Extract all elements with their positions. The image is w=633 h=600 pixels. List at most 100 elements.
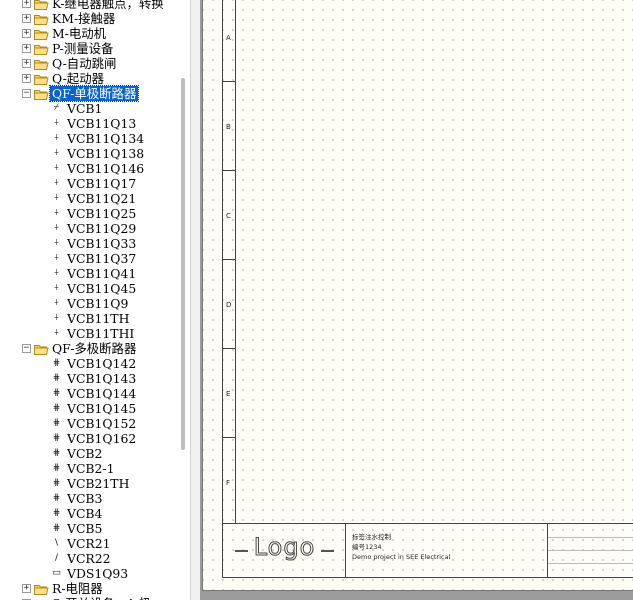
tree-symbol-item[interactable]: ⍭ VCB11Q45 [0,281,190,296]
expand-icon[interactable]: + [22,74,31,83]
tree-category[interactable]: + K-继电器触点，转换 [0,0,190,11]
tree-category-label[interactable]: M-电动机 [52,26,106,41]
tree-symbol-item[interactable]: ⍭ VCB11Q134 [0,131,190,146]
tree-symbol-item[interactable]: ⍭ VCB11Q13 [0,116,190,131]
tree-symbol-item[interactable]: ⌿ VCB1 [0,101,190,116]
tree-symbol-label[interactable]: VDS1Q93 [67,566,128,581]
tree-symbol-item[interactable]: ⋕ VCB2 [0,446,190,461]
tree-category-label-selected[interactable]: QF-单极断路器 [48,85,140,102]
drawing-canvas[interactable]: A B C D E F Logo 标签注水控制 编号1234 Demo project i… [200,0,633,600]
frame-border-bottom [222,577,633,578]
tree-symbol-item[interactable]: ⍭ VCB11Q21 [0,191,190,206]
tree-category[interactable]: − QF-多极断路器 [0,341,190,356]
tree-symbol-label[interactable]: VCB11Q41 [67,266,136,281]
tree-symbol-label[interactable]: VCB11THI [67,326,134,341]
tree-symbol-label[interactable]: VCB3 [67,491,102,506]
expand-icon[interactable]: + [22,44,31,53]
tree-symbol-label[interactable]: VCB11Q33 [67,236,136,251]
tree-symbol-label[interactable]: VCB1Q145 [67,401,136,416]
tree-symbol-item[interactable]: ⋕ VCB1Q143 [0,371,190,386]
drawing-sheet[interactable]: A B C D E F Logo 标签注水控制 编号1234 Demo project i… [202,0,633,591]
tree-symbol-label[interactable]: VCB1Q144 [67,386,136,401]
tree-symbol-label[interactable]: VCB21TH [67,476,129,491]
tree-symbol-label[interactable]: VCB2 [67,446,102,461]
collapse-icon[interactable]: − [22,344,31,353]
tree-symbol-label[interactable]: VCB1 [67,101,102,116]
tree-category[interactable]: + Q-自动跳闸 [0,56,190,71]
tree-scrollbar[interactable] [181,78,185,450]
tree-symbol-label[interactable]: VCB11Q21 [67,191,136,206]
tree-symbol-label[interactable]: VCB11Q37 [67,251,136,266]
expand-icon[interactable]: + [22,0,31,8]
tree-symbol-item[interactable]: ⋕ VCB5 [0,521,190,536]
tree-symbol-item[interactable]: ⍭ VCB11Q9 [0,296,190,311]
tree-symbol-item[interactable]: ⍭ VCB11TH [0,311,190,326]
tree-category-label[interactable]: S-开关设备，1 极 [52,596,151,600]
symbol-tree[interactable]: + K-继电器触点，转换 + KM-接触器 + M-电动机 + P-测量设备 + Q-自动跳闸 + Q… [0,0,190,600]
tree-category[interactable]: − QF-单极断路器 [0,85,190,102]
tree-symbol-item[interactable]: ⍭ VCB11Q25 [0,206,190,221]
tree-symbol-item[interactable]: ⋕ VCB1Q144 [0,386,190,401]
tree-category-label[interactable]: Q-起动器 [52,71,104,86]
tree-symbol-item[interactable]: ⋕ VCB2-1 [0,461,190,476]
panel-splitter[interactable] [190,0,200,600]
tree-symbol-item[interactable]: ⍭ VCB11Q17 [0,176,190,191]
tree-symbol-item[interactable]: ⍭ VCB11Q29 [0,221,190,236]
tree-symbol-label[interactable]: VCB1Q142 [67,356,136,371]
tree-symbol-label[interactable]: VCB11Q146 [67,161,144,176]
tree-category-label[interactable]: R-电阻器 [52,581,103,596]
tree-category[interactable]: + Q-起动器 [0,71,190,86]
tree-category[interactable]: +S-开关设备，1 极 [0,596,190,600]
tree-symbol-item[interactable]: ⍭ VCB11Q41 [0,266,190,281]
tree-symbol-label[interactable]: VCB4 [67,506,102,521]
tree-symbol-item[interactable]: ⋕ VCB1Q162 [0,431,190,446]
tree-symbol-item[interactable]: ▭ VDS1Q93 [0,566,190,581]
tree-symbol-label[interactable]: VCB11Q29 [67,221,136,236]
title-line-2: 编号1234 [352,543,382,551]
tree-symbol-item[interactable]: ⋕ VCB1Q142 [0,356,190,371]
tree-symbol-label[interactable]: VCB1Q162 [67,431,136,446]
expand-icon[interactable]: + [22,14,31,23]
breaker-symbol-icon: \ [54,538,59,548]
tree-category[interactable]: + KM-接触器 [0,11,190,26]
tree-symbol-item[interactable]: ⋕ VCB3 [0,491,190,506]
tree-symbol-label[interactable]: VCR22 [67,551,111,566]
tree-symbol-label[interactable]: VCB11TH [67,311,129,326]
tree-symbol-item[interactable]: ⋕ VCB1Q152 [0,416,190,431]
tree-symbol-label[interactable]: VCB1Q152 [67,416,136,431]
tree-symbol-item[interactable]: \ VCR21 [0,536,190,551]
tree-symbol-label[interactable]: VCB11Q45 [67,281,136,296]
tree-category-label[interactable]: KM-接触器 [52,11,115,26]
tree-symbol-label[interactable]: VCB11Q138 [67,146,144,161]
tree-symbol-item[interactable]: ⍭ VCB11Q37 [0,251,190,266]
tree-symbol-item[interactable]: / VCR22 [0,551,190,566]
tree-symbol-label[interactable]: VCB11Q9 [67,296,128,311]
breaker-symbol-icon: ⋕ [52,373,61,383]
tree-symbol-label[interactable]: VCB11Q17 [67,176,136,191]
expand-icon[interactable]: + [22,59,31,68]
tree-symbol-item[interactable]: ⋕ VCB4 [0,506,190,521]
tree-symbol-label[interactable]: VCB11Q13 [67,116,136,131]
collapse-icon[interactable]: − [22,89,31,98]
tree-category-label[interactable]: K-继电器触点，转换 [52,0,164,11]
expand-icon[interactable]: + [22,29,31,38]
expand-icon[interactable]: + [22,584,31,593]
tree-symbol-label[interactable]: VCB11Q134 [67,131,144,146]
tree-category-label[interactable]: Q-自动跳闸 [52,56,116,71]
tree-symbol-label[interactable]: VCB11Q25 [67,206,136,221]
tree-symbol-item[interactable]: ⋕ VCB1Q145 [0,401,190,416]
tree-symbol-label[interactable]: VCR21 [67,536,111,551]
tree-symbol-item[interactable]: ⍭ VCB11Q33 [0,236,190,251]
tree-symbol-item[interactable]: ⋕ VCB21TH [0,476,190,491]
tree-symbol-label[interactable]: VCB1Q143 [67,371,136,386]
tree-symbol-item[interactable]: ⍭ VCB11Q138 [0,146,190,161]
tree-category[interactable]: + P-测量设备 [0,41,190,56]
tree-category-label[interactable]: QF-多极断路器 [52,341,136,356]
tree-category[interactable]: + R-电阻器 [0,581,190,596]
tree-symbol-item[interactable]: ⍭ VCB11Q146 [0,161,190,176]
tree-category[interactable]: + M-电动机 [0,26,190,41]
tree-symbol-item[interactable]: ⍭ VCB11THI [0,326,190,341]
tree-symbol-label[interactable]: VCB5 [67,521,102,536]
tree-category-label[interactable]: P-测量设备 [52,41,113,56]
tree-symbol-label[interactable]: VCB2-1 [67,461,115,476]
